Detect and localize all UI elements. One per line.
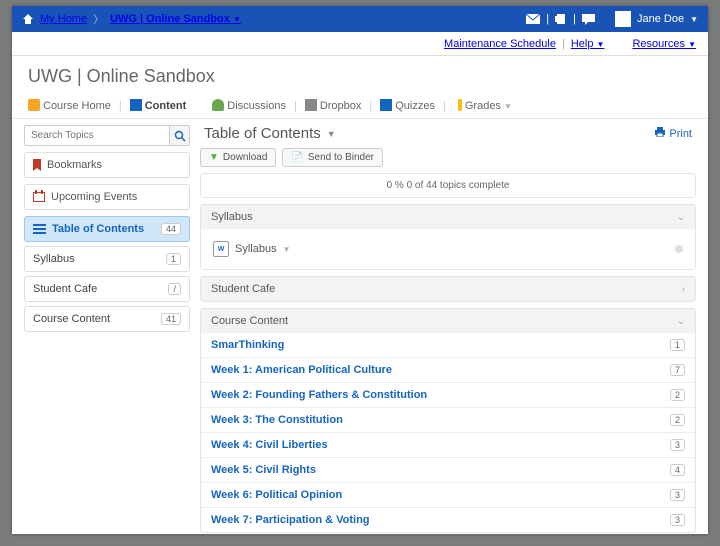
module-cafe-head[interactable]: Student Cafe› bbox=[201, 277, 695, 301]
page-title: UWG | Online Sandbox bbox=[12, 56, 708, 95]
course-link[interactable]: UWG | Online Sandbox ▼ bbox=[110, 13, 241, 25]
user-menu[interactable]: Jane Doe bbox=[637, 13, 684, 25]
status-dot bbox=[675, 245, 683, 253]
home-icon bbox=[28, 99, 40, 111]
book-icon bbox=[130, 99, 142, 111]
main-content: Table of Contents ▼ Print ▼Download 📄Sen… bbox=[200, 125, 696, 534]
doc-icon: W bbox=[213, 241, 229, 257]
calendar-icon bbox=[33, 192, 45, 202]
cc-item[interactable]: Week 3: The Constitution2 bbox=[201, 407, 695, 432]
breadcrumb-sep: 〉 bbox=[93, 11, 104, 27]
content-heading: Table of Contents bbox=[204, 125, 321, 142]
cc-item[interactable]: Week 2: Founding Fathers & Constitution2 bbox=[201, 382, 695, 407]
maintenance-link[interactable]: Maintenance Schedule bbox=[444, 38, 556, 50]
cc-item[interactable]: SmarThinking1 bbox=[201, 333, 695, 357]
module-cc-head[interactable]: Course Content⌄ bbox=[201, 309, 695, 333]
search-icon bbox=[174, 130, 186, 142]
download-button[interactable]: ▼Download bbox=[200, 148, 276, 167]
download-icon: ▼ bbox=[209, 152, 219, 163]
global-nav: My Home 〉 UWG | Online Sandbox ▼ | | Jan… bbox=[12, 6, 708, 32]
nav-course-home[interactable]: Course Home bbox=[28, 99, 111, 112]
discussion-icon bbox=[212, 99, 224, 111]
chevron-down-icon: ⌄ bbox=[677, 316, 685, 327]
resources-link[interactable]: Resources ▼ bbox=[632, 38, 696, 50]
nav-discussions[interactable]: Discussions bbox=[212, 99, 286, 112]
toc-list: Table of Contents 44 Syllabus1 Student C… bbox=[24, 216, 190, 332]
send-to-binder-button[interactable]: 📄Send to Binder bbox=[282, 148, 383, 167]
toc-cafe[interactable]: Student Cafe/ bbox=[24, 276, 190, 302]
sep: | bbox=[546, 13, 549, 25]
cc-item[interactable]: Week 7: Participation & Voting3 bbox=[201, 507, 695, 532]
print-button[interactable]: Print bbox=[654, 127, 692, 140]
search-input[interactable] bbox=[24, 125, 170, 146]
upcoming-link[interactable]: Upcoming Events bbox=[25, 185, 189, 209]
bookmarks-link[interactable]: Bookmarks bbox=[25, 153, 189, 177]
cc-item[interactable]: Week 6: Political Opinion3 bbox=[201, 482, 695, 507]
chevron-right-icon: › bbox=[682, 284, 685, 295]
topic-syllabus[interactable]: W Syllabus ▼ bbox=[211, 237, 685, 261]
mail-icon[interactable] bbox=[526, 13, 540, 25]
resources-label: Resources bbox=[632, 38, 685, 50]
heading-caret[interactable]: ▼ bbox=[327, 129, 336, 139]
nav-quizzes[interactable]: Quizzes bbox=[380, 99, 435, 112]
utility-nav: Maintenance Schedule | Help ▼ Resources … bbox=[12, 32, 708, 56]
toc-course-content[interactable]: Course Content41 bbox=[24, 306, 190, 332]
sidebar: Bookmarks Upcoming Events Table of Conte… bbox=[24, 125, 190, 534]
progress-summary: 0 % 0 of 44 topics complete bbox=[200, 173, 696, 198]
toc-all[interactable]: Table of Contents 44 bbox=[24, 216, 190, 242]
chevron-down-icon: ⌄ bbox=[677, 212, 685, 223]
quiz-icon bbox=[380, 99, 392, 111]
module-course-content: Course Content⌄ SmarThinking1 Week 1: Am… bbox=[200, 308, 696, 533]
cc-item[interactable]: Week 1: American Political Culture7 bbox=[201, 357, 695, 382]
chat-icon[interactable] bbox=[582, 13, 595, 25]
binder-icon: 📄 bbox=[291, 152, 303, 163]
nav-content[interactable]: Content bbox=[130, 99, 187, 112]
help-label: Help bbox=[571, 38, 594, 50]
course-content-list: SmarThinking1 Week 1: American Political… bbox=[201, 333, 695, 532]
list-icon bbox=[33, 224, 46, 234]
dropbox-icon bbox=[305, 99, 317, 111]
search-button[interactable] bbox=[170, 125, 190, 146]
bookmark-icon bbox=[33, 159, 41, 171]
home-icon[interactable] bbox=[22, 13, 34, 25]
nav-dropbox[interactable]: Dropbox bbox=[305, 99, 362, 112]
toc-syllabus[interactable]: Syllabus1 bbox=[24, 246, 190, 272]
module-cafe: Student Cafe› bbox=[200, 276, 696, 302]
course-nav: Course Home | Content Discussions | Drop… bbox=[12, 95, 708, 119]
cc-item[interactable]: Week 5: Civil Rights4 bbox=[201, 457, 695, 482]
course-link-label: UWG | Online Sandbox bbox=[110, 13, 230, 25]
nav-grades[interactable]: Grades ▼ bbox=[454, 99, 512, 112]
user-menu-caret[interactable]: ▼ bbox=[690, 15, 698, 24]
my-home-link[interactable]: My Home bbox=[40, 13, 87, 25]
print-icon bbox=[654, 127, 666, 137]
avatar[interactable] bbox=[615, 11, 631, 27]
pager-icon[interactable] bbox=[555, 13, 567, 25]
module-syllabus-head[interactable]: Syllabus⌄ bbox=[201, 205, 695, 229]
help-link[interactable]: Help ▼ bbox=[571, 38, 605, 50]
sep: | bbox=[573, 13, 576, 25]
grades-icon bbox=[458, 99, 462, 111]
cc-item[interactable]: Week 4: Civil Liberties3 bbox=[201, 432, 695, 457]
module-syllabus: Syllabus⌄ W Syllabus ▼ bbox=[200, 204, 696, 270]
